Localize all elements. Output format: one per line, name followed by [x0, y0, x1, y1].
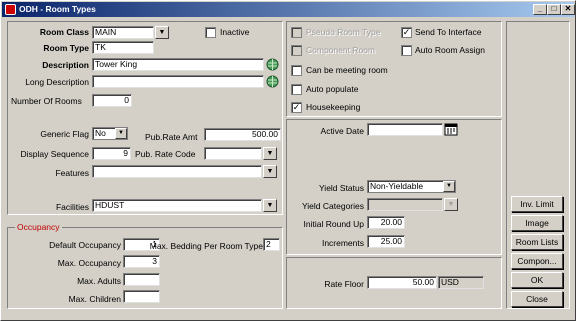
room-types-window: ODH - Room Types _ □ ✕ Room Class MAIN ▼…: [0, 0, 576, 321]
max-children-field[interactable]: [123, 290, 160, 303]
max-occupancy-label: Max. Occupancy: [57, 258, 121, 268]
pseudo-room-type-checkbox: [291, 27, 302, 38]
window-title: ODH - Room Types: [19, 4, 96, 14]
inv-limit-button[interactable]: Inv. Limit: [511, 196, 563, 212]
auto-populate-checkbox[interactable]: [291, 84, 302, 95]
close-button[interactable]: Close: [511, 291, 563, 307]
facilities-field[interactable]: HDUST: [92, 199, 262, 212]
can-be-meeting-room-label: Can be meeting room: [306, 65, 388, 75]
send-to-interface-checkbox[interactable]: ✓: [401, 27, 412, 38]
generic-flag-value: No: [95, 128, 106, 138]
title-bar[interactable]: ODH - Room Types _ □ ✕: [2, 2, 575, 17]
component-room-label: Component Room: [306, 45, 375, 55]
initial-round-up-field[interactable]: 20.00: [367, 216, 405, 229]
yield-status-label: Yield Status: [318, 183, 364, 193]
max-occupancy-field[interactable]: 3: [123, 255, 160, 268]
image-button[interactable]: Image: [511, 215, 563, 231]
facilities-label: Facilities: [55, 202, 89, 212]
auto-room-assign-checkbox[interactable]: [401, 45, 412, 56]
component-button[interactable]: Compon...: [511, 253, 563, 269]
inactive-checkbox[interactable]: [205, 27, 216, 38]
maximize-button[interactable]: □: [547, 4, 561, 15]
max-bedding-label: Max. Bedding Per Room Type: [149, 241, 263, 251]
room-type-field[interactable]: TK: [92, 41, 154, 54]
housekeeping-label: Housekeeping: [306, 102, 361, 112]
active-date-field[interactable]: [367, 123, 443, 136]
chevron-down-icon[interactable]: ▼: [443, 181, 455, 192]
increments-field[interactable]: 25.00: [367, 235, 405, 248]
inactive-label: Inactive: [220, 27, 250, 37]
generic-flag-select[interactable]: No ▼: [92, 127, 128, 140]
long-description-label: Long Description: [25, 77, 89, 87]
ok-button[interactable]: OK: [511, 272, 563, 288]
pub-rate-code-label: Pub. Rate Code: [135, 149, 196, 159]
send-to-interface-label: Send To Interface: [415, 27, 482, 37]
generic-flag-label: Generic Flag: [40, 129, 89, 139]
features-label: Features: [55, 168, 89, 178]
initial-round-up-label: Initial Round Up: [303, 219, 364, 229]
max-adults-field[interactable]: [123, 273, 160, 286]
room-type-label: Room Type: [43, 43, 89, 53]
pseudo-room-type-label: Pseudo Room Type: [306, 27, 381, 37]
chevron-down-icon[interactable]: ▼: [115, 128, 127, 139]
component-room-checkbox: [291, 45, 302, 56]
rate-floor-label: Rate Floor: [324, 279, 364, 289]
auto-populate-label: Auto populate: [306, 84, 359, 94]
yield-categories-field: [367, 198, 443, 211]
close-window-button[interactable]: ✕: [561, 4, 575, 15]
occupancy-title: Occupancy: [15, 222, 62, 232]
globe-icon[interactable]: [266, 58, 279, 71]
active-date-label: Active Date: [320, 126, 364, 136]
rate-floor-currency: USD: [438, 276, 484, 289]
app-icon: [5, 4, 16, 15]
room-lists-button[interactable]: Room Lists: [511, 234, 563, 250]
rate-floor-field[interactable]: 50.00: [367, 276, 437, 289]
globe-icon[interactable]: [266, 75, 279, 88]
pub-rate-amt-field[interactable]: 500.00: [204, 128, 281, 141]
auto-room-assign-label: Auto Room Assign: [415, 45, 485, 55]
default-occupancy-label: Default Occupancy: [49, 240, 121, 250]
display-sequence-field[interactable]: 9: [92, 147, 131, 160]
number-of-rooms-label: Number Of Rooms: [11, 96, 82, 106]
yield-status-select[interactable]: Non-Yieldable ▼: [367, 180, 456, 193]
room-class-dropdown-icon[interactable]: ▼: [155, 26, 169, 39]
features-dropdown-icon[interactable]: ▼: [263, 165, 277, 178]
room-class-field[interactable]: MAIN: [92, 26, 154, 39]
number-of-rooms-field[interactable]: 0: [92, 94, 132, 107]
housekeeping-checkbox[interactable]: ✓: [291, 102, 302, 113]
pub-rate-code-dropdown-icon[interactable]: ▼: [263, 147, 277, 160]
display-sequence-label: Display Sequence: [20, 149, 89, 159]
pub-rate-code-field[interactable]: [204, 147, 262, 160]
facilities-dropdown-icon[interactable]: ▼: [263, 199, 277, 212]
max-adults-label: Max. Adults: [77, 276, 121, 286]
features-field[interactable]: [92, 165, 262, 178]
max-bedding-field[interactable]: 2: [263, 238, 280, 251]
yield-categories-dropdown-icon: ▼: [444, 198, 458, 211]
long-description-field[interactable]: [92, 75, 264, 88]
yield-categories-label: Yield Categories: [301, 201, 364, 211]
minimize-button[interactable]: _: [533, 4, 547, 15]
max-children-label: Max. Children: [68, 294, 121, 304]
pub-rate-amt-label: Pub.Rate Amt: [145, 132, 198, 142]
yield-status-value: Non-Yieldable: [370, 181, 424, 191]
description-field[interactable]: Tower King: [92, 58, 264, 71]
can-be-meeting-room-checkbox[interactable]: [291, 65, 302, 76]
increments-label: Increments: [321, 238, 364, 248]
room-class-label: Room Class: [39, 27, 89, 37]
description-label: Description: [42, 60, 89, 70]
calendar-icon[interactable]: [444, 123, 458, 136]
